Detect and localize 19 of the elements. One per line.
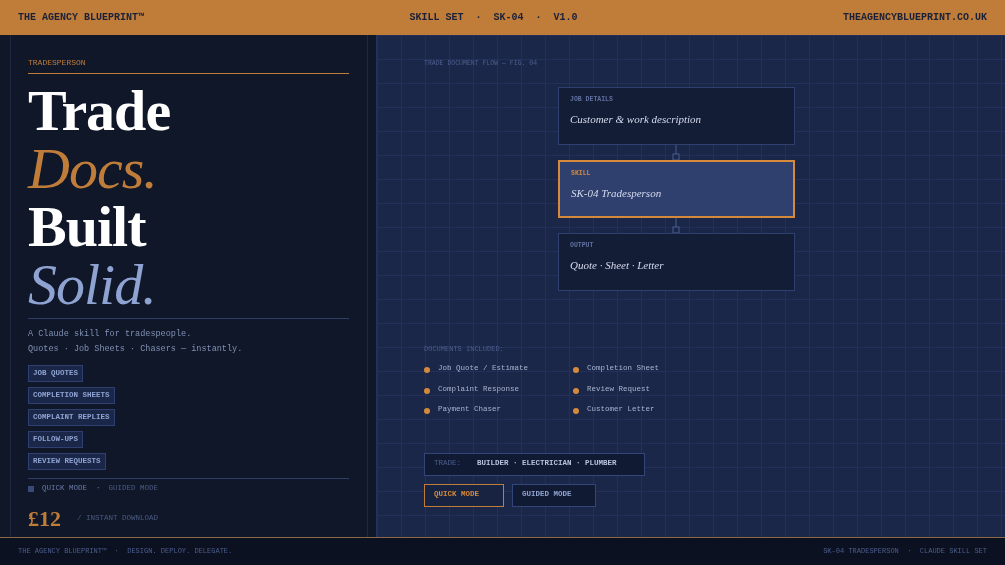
price-text: £12	[28, 505, 61, 534]
brand-name: THE AGENCY BLUEPRINT™	[18, 11, 145, 25]
header-label: SKILL SET · SK-04 · V1.0	[409, 11, 578, 25]
node-text: Quote · Sheet · Letter	[570, 257, 665, 273]
bullet-dot	[573, 387, 579, 394]
connector-line	[672, 218, 680, 233]
square-icon	[28, 485, 34, 492]
bullet-dot	[573, 408, 579, 414]
connector-line	[672, 145, 680, 160]
bullet-dot	[573, 367, 579, 373]
node-text: SK-04 Tradesperson	[571, 185, 663, 201]
description-text: Quotes · Job Sheets · Chasers — instantly.	[28, 344, 243, 354]
bullet-dot	[424, 367, 430, 373]
eyebrow-label: TRADESPERSON	[28, 58, 86, 67]
description-text: A Claude skill for tradespeople.	[28, 329, 192, 339]
node-text: Customer & work description	[570, 111, 703, 127]
site-link[interactable]: THEAGENCYBLUEPRINT.CO.UK	[842, 10, 987, 25]
bullet-dot	[424, 387, 430, 394]
bullet-dot	[424, 408, 430, 414]
